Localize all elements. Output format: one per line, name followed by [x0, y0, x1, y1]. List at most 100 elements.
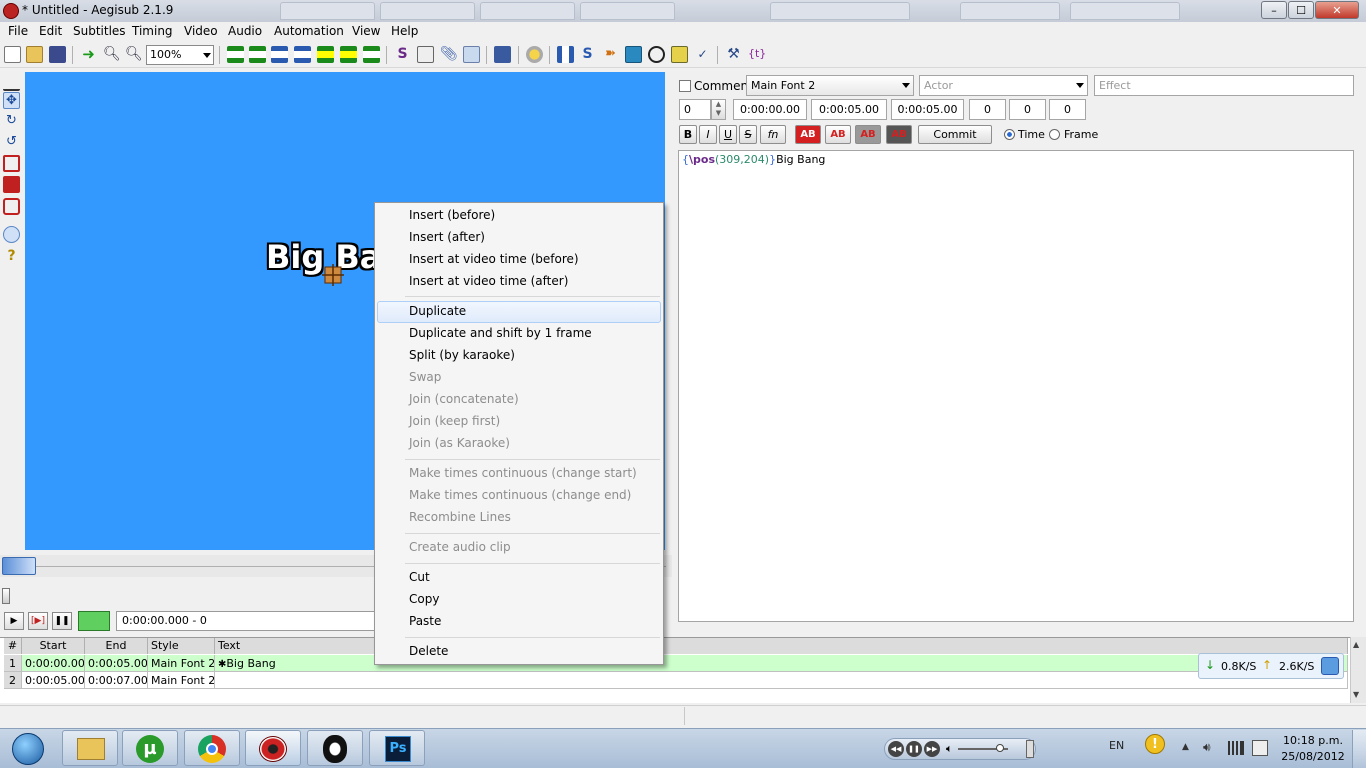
frame-radio[interactable]: [1049, 129, 1060, 140]
browser-icon[interactable]: [1321, 657, 1339, 675]
menu-duplicate[interactable]: Duplicate: [409, 304, 466, 318]
action-center-warning-icon[interactable]: !: [1145, 734, 1165, 754]
set-end-icon[interactable]: [294, 46, 311, 63]
shift-times-icon[interactable]: S: [579, 46, 596, 63]
underline-button[interactable]: U: [719, 125, 737, 144]
audio-visual-icon[interactable]: [2, 557, 36, 575]
standard-tool-icon[interactable]: [3, 74, 20, 91]
grid-header-number[interactable]: #: [4, 638, 22, 654]
taskbar-aegisub[interactable]: [245, 730, 301, 766]
stop-button[interactable]: ❚❚: [52, 612, 72, 630]
commit-button[interactable]: Commit: [918, 125, 992, 144]
next-track-icon[interactable]: ▶▶: [924, 741, 940, 757]
strikeout-button[interactable]: S: [739, 125, 757, 144]
secondary-color-button[interactable]: AB: [825, 125, 851, 144]
italic-button[interactable]: I: [699, 125, 717, 144]
menu-file[interactable]: File: [8, 24, 28, 38]
automation-icon[interactable]: [494, 46, 511, 63]
shadow-color-button[interactable]: AB: [886, 125, 912, 144]
keyframe-icon[interactable]: [363, 46, 380, 63]
taskbar-photoshop[interactable]: Ps: [369, 730, 425, 766]
taskbar-utorrent[interactable]: µ: [122, 730, 178, 766]
menu-help[interactable]: Help: [391, 24, 418, 38]
margin-right-field[interactable]: 0: [1009, 99, 1046, 120]
taskbar-chrome[interactable]: [184, 730, 240, 766]
menu-paste[interactable]: Paste: [409, 614, 441, 628]
drag-tool-icon[interactable]: ✥: [3, 92, 20, 109]
layer-spin-buttons[interactable]: ▲ ▼: [711, 99, 726, 120]
vector-clip-icon[interactable]: [3, 198, 20, 215]
spell-check-icon[interactable]: ✓: [694, 46, 711, 63]
start-button[interactable]: [4, 730, 54, 767]
position-crosshair-icon[interactable]: [322, 264, 344, 286]
styling-assistant-icon[interactable]: [625, 46, 642, 63]
end-time-field[interactable]: 0:00:05.00: [811, 99, 887, 120]
bold-button[interactable]: B: [679, 125, 697, 144]
video-position-field[interactable]: 0:00:00.000 - 0: [116, 611, 381, 631]
menu-subtitles[interactable]: Subtitles: [73, 24, 126, 38]
input-language[interactable]: EN: [1109, 739, 1124, 752]
taskbar-explorer[interactable]: [62, 730, 118, 766]
comment-checkbox[interactable]: [679, 80, 691, 92]
maximize-button[interactable]: ☐: [1288, 1, 1314, 19]
menu-video[interactable]: Video: [184, 24, 218, 38]
outline-color-button[interactable]: AB: [855, 125, 881, 144]
effect-field[interactable]: Effect: [1094, 75, 1354, 96]
resample-icon[interactable]: [526, 46, 543, 63]
translation-assistant-icon[interactable]: ➽: [602, 46, 619, 63]
menu-cut[interactable]: Cut: [409, 570, 430, 584]
network-signal-icon[interactable]: [1228, 741, 1244, 755]
jump-to-start-icon[interactable]: [227, 46, 244, 63]
rotate-xy-icon[interactable]: ↺: [3, 134, 20, 151]
scroll-down-icon[interactable]: ▼: [1353, 690, 1359, 699]
help-icon[interactable]: ?: [3, 248, 20, 265]
kanji-timer-icon[interactable]: [671, 46, 688, 63]
open-folder-icon[interactable]: [26, 46, 43, 63]
menu-timing[interactable]: Timing: [132, 24, 173, 38]
pause-icon[interactable]: ❚❚: [906, 741, 922, 757]
actor-field[interactable]: Actor: [919, 75, 1088, 96]
volume-icon[interactable]: 🔈︎: [946, 742, 953, 756]
menu-delete[interactable]: Delete: [409, 644, 448, 658]
jump-to-end-icon[interactable]: [249, 46, 266, 63]
show-desktop-button[interactable]: [1352, 730, 1366, 768]
subtitle-text-editor[interactable]: {\pos(309,204)}Big Bang: [678, 150, 1354, 622]
set-start-icon[interactable]: [271, 46, 288, 63]
time-radio[interactable]: [1004, 129, 1015, 140]
menu-automation[interactable]: Automation: [274, 24, 344, 38]
style-select[interactable]: Main Font 2: [746, 75, 914, 96]
play-button[interactable]: ▶: [4, 612, 24, 630]
styles-manager-icon[interactable]: S: [394, 46, 411, 63]
clip-tool-icon[interactable]: [3, 176, 20, 193]
scale-tool-icon[interactable]: [3, 155, 20, 172]
grid-header-start[interactable]: Start: [22, 638, 85, 654]
tag-toggle-icon[interactable]: {t}: [748, 46, 766, 63]
properties-icon[interactable]: [417, 46, 434, 63]
show-hidden-icons-icon[interactable]: ▲: [1182, 742, 1189, 752]
menu-audio[interactable]: Audio: [228, 24, 262, 38]
margin-vertical-field[interactable]: 0: [1049, 99, 1086, 120]
speaker-icon[interactable]: 🔊︎: [1203, 740, 1211, 755]
menu-insert-video-after[interactable]: Insert at video time (after): [409, 274, 568, 288]
menu-copy[interactable]: Copy: [409, 592, 439, 606]
options-icon[interactable]: ⚒: [725, 46, 742, 63]
clock-date[interactable]: 25/08/2012: [1280, 750, 1346, 763]
display-icon[interactable]: [1252, 740, 1268, 756]
snap-start-icon[interactable]: [317, 46, 334, 63]
start-time-field[interactable]: 0:00:00.00: [733, 99, 807, 120]
font-button[interactable]: fn: [760, 125, 786, 144]
grid-header-style[interactable]: Style: [148, 638, 215, 654]
previous-track-icon[interactable]: ◀◀: [888, 741, 904, 757]
margin-left-field[interactable]: 0: [969, 99, 1006, 120]
close-button[interactable]: ✕: [1315, 1, 1359, 19]
fonts-collector-icon[interactable]: [463, 46, 480, 63]
menu-insert-after[interactable]: Insert (after): [409, 230, 485, 244]
menu-edit[interactable]: Edit: [39, 24, 62, 38]
volume-slider-thumb[interactable]: [996, 744, 1004, 752]
layer-field[interactable]: 0: [679, 99, 711, 120]
new-file-icon[interactable]: [4, 46, 21, 63]
grid-header-end[interactable]: End: [85, 638, 148, 654]
minimize-button[interactable]: –: [1261, 1, 1287, 19]
menu-insert-before[interactable]: Insert (before): [409, 208, 495, 222]
attachments-icon[interactable]: 📎︎: [440, 46, 458, 63]
